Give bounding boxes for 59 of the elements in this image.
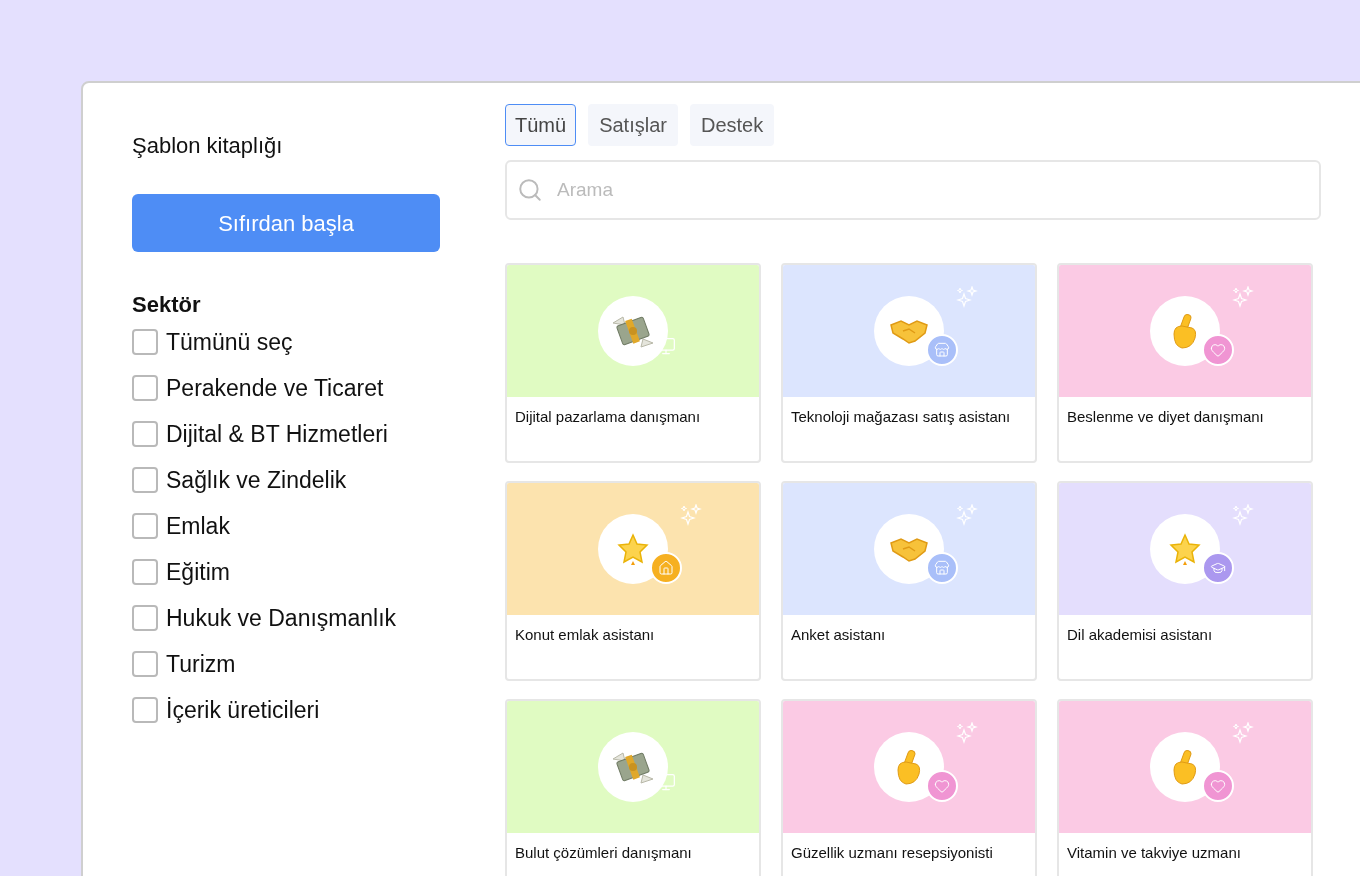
template-card[interactable]: Dil akademisi asistanı (1057, 481, 1313, 681)
checkbox[interactable] (132, 559, 158, 585)
checkbox[interactable] (132, 375, 158, 401)
sparkles-icon (956, 286, 978, 308)
sparkles-icon (956, 722, 978, 744)
search-icon (517, 177, 543, 203)
card-title: Vitamin ve takviye uzmanı (1066, 843, 1242, 863)
template-card[interactable]: Anket asistanı (781, 481, 1037, 681)
card-title: Anket asistanı (790, 625, 887, 645)
template-card[interactable]: Dijital pazarlama danışmanı (505, 263, 761, 463)
sparkles-icon (1232, 722, 1254, 744)
filter-checkbox[interactable]: Hukuk ve Danışmanlık (132, 603, 475, 633)
panel-title: Şablon kitaplığı (132, 132, 284, 160)
store-badge-icon (926, 334, 958, 366)
money-icon (611, 749, 655, 785)
house-badge-icon (650, 552, 682, 584)
filter-checkbox[interactable]: Eğitim (132, 557, 475, 587)
template-card[interactable]: Bulut çözümleri danışmanı (505, 699, 761, 876)
checkbox[interactable] (132, 697, 158, 723)
filter-checkbox[interactable]: Perakende ve Ticaret (132, 373, 475, 403)
card-title: Dijital pazarlama danışmanı (514, 407, 702, 427)
card-title: Bulut çözümleri danışmanı (514, 843, 693, 863)
filter-checkbox[interactable]: Turizm (132, 649, 475, 679)
checkbox[interactable] (132, 329, 158, 355)
filter-checkbox[interactable]: Dijital & BT Hizmetleri (132, 419, 475, 449)
checkbox[interactable] (132, 513, 158, 539)
checkbox[interactable] (132, 651, 158, 677)
checkbox[interactable] (132, 605, 158, 631)
filter-checkbox[interactable]: İçerik üreticileri (132, 695, 475, 725)
sparkles-icon (1232, 286, 1254, 308)
sparkles-icon (680, 504, 702, 526)
filter-tab[interactable]: Satışlar (588, 104, 678, 146)
store-badge-icon (926, 552, 958, 584)
heart-badge-icon (926, 770, 958, 802)
filter-checkbox[interactable]: Sağlık ve Zindelik (132, 465, 475, 495)
sparkles-icon (956, 504, 978, 526)
template-card[interactable]: Beslenme ve diyet danışmanı (1057, 263, 1313, 463)
template-card[interactable]: Güzellik uzmanı resepsiyonisti (781, 699, 1037, 876)
money-icon (611, 313, 655, 349)
checkbox[interactable] (132, 421, 158, 447)
card-title: Güzellik uzmanı resepsiyonisti (790, 843, 994, 863)
card-title: Teknoloji mağazası satış asistanı (790, 407, 1012, 427)
filter-checkbox[interactable]: Emlak (132, 511, 475, 541)
filter-tab[interactable]: Tümü (505, 104, 577, 146)
sparkles-icon (1232, 504, 1254, 526)
template-card[interactable]: Teknoloji mağazası satış asistanı (781, 263, 1037, 463)
template-card[interactable]: Konut emlak asistanı (505, 481, 761, 681)
card-title: Dil akademisi asistanı (1066, 625, 1214, 645)
graduation-cap-badge-icon (1202, 552, 1234, 584)
heart-badge-icon (1202, 334, 1234, 366)
search-field[interactable]: Arama (505, 160, 1321, 220)
template-card[interactable]: Vitamin ve takviye uzmanı (1057, 699, 1313, 876)
checkbox[interactable] (132, 467, 158, 493)
filter-heading: Sektör (132, 291, 202, 319)
card-title: Konut emlak asistanı (514, 625, 656, 645)
heart-badge-icon (1202, 770, 1234, 802)
filter-tab[interactable]: Destek (689, 104, 775, 146)
filter-checkbox[interactable]: Tümünü seç (132, 327, 475, 357)
card-title: Beslenme ve diyet danışmanı (1066, 407, 1265, 427)
